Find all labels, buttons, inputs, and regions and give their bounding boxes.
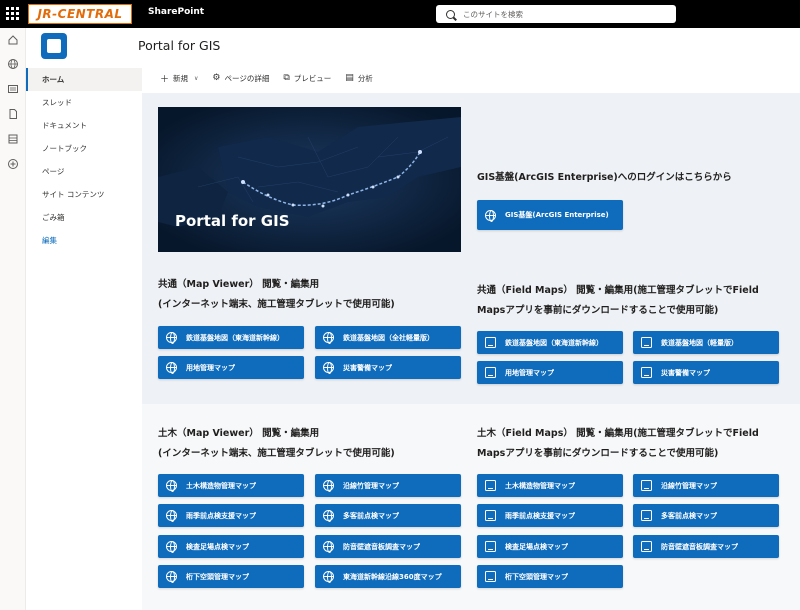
tablet-icon bbox=[485, 541, 496, 552]
map-button[interactable]: 鉄道基盤地図（全社軽量版） bbox=[315, 326, 461, 349]
app-rail bbox=[0, 28, 26, 610]
nav-item-pages[interactable]: ページ bbox=[26, 160, 142, 183]
tablet-icon bbox=[485, 571, 496, 582]
doboku-mapviewer-heading: 土木（Map Viewer） 閲覧・編集用 bbox=[158, 428, 320, 439]
map-button[interactable]: 検査足場点検マップ bbox=[477, 535, 623, 558]
search-icon bbox=[446, 9, 455, 19]
search-placeholder: このサイトを検索 bbox=[463, 9, 523, 19]
common-fieldmaps-heading: 共通（Field Maps） 閲覧・編集用(施工管理タブレットでField bbox=[477, 285, 759, 296]
globe-icon bbox=[485, 209, 496, 222]
map-button[interactable]: 雨季前点検支援マップ bbox=[477, 504, 623, 527]
map-button[interactable]: 鉄道基盤地図（東海道新幹線） bbox=[477, 331, 623, 354]
nav-item-recycle-bin[interactable]: ごみ箱 bbox=[26, 206, 142, 229]
map-button[interactable]: 東海道新幹線沿線360度マップ bbox=[315, 565, 461, 588]
common-mapviewer-heading: 共通（Map Viewer） 閲覧・編集用 bbox=[158, 279, 320, 290]
news-icon[interactable] bbox=[7, 83, 19, 95]
chevron-down-icon: ∨ bbox=[194, 74, 199, 82]
map-button[interactable]: 土木構造物管理マップ bbox=[158, 474, 304, 497]
map-button[interactable]: 検査足場点検マップ bbox=[158, 535, 304, 558]
globe-icon bbox=[323, 362, 334, 374]
tablet-icon bbox=[485, 480, 496, 491]
globe-icon bbox=[166, 510, 177, 522]
map-button[interactable]: 多客前点検マップ bbox=[633, 504, 779, 527]
hero-title: Portal for GIS bbox=[175, 212, 290, 230]
plus-icon: ＋ bbox=[160, 74, 170, 85]
tablet-icon bbox=[641, 337, 652, 348]
map-button[interactable]: 用地管理マップ bbox=[477, 361, 623, 384]
tablet-icon bbox=[485, 367, 496, 378]
map-button[interactable]: 災害警備マップ bbox=[633, 361, 779, 384]
doboku-fieldmaps-heading: 土木（Field Maps） 閲覧・編集用(施工管理タブレットでField bbox=[477, 428, 759, 439]
nav-edit-link[interactable]: 編集 bbox=[26, 229, 142, 252]
globe-icon bbox=[166, 571, 177, 583]
common-fieldmaps-subheading: Mapsアプリを事前にダウンロードすることで使用可能) bbox=[477, 305, 719, 316]
nav-item-site-contents[interactable]: サイト コンテンツ bbox=[26, 183, 142, 206]
gear-icon: ⚙ bbox=[212, 73, 221, 83]
nav-item-notebook[interactable]: ノートブック bbox=[26, 137, 142, 160]
map-button[interactable]: 土木構造物管理マップ bbox=[477, 474, 623, 497]
new-button[interactable]: ＋新規 ∨ bbox=[160, 72, 198, 85]
globe-icon bbox=[323, 571, 334, 583]
globe-icon bbox=[166, 332, 177, 344]
map-illustration bbox=[158, 107, 461, 252]
globe-icon bbox=[323, 480, 334, 492]
site-logo-icon bbox=[47, 39, 61, 53]
map-button[interactable]: 鉄道基盤地図（東海道新幹線） bbox=[158, 326, 304, 349]
nav-item-documents[interactable]: ドキュメント bbox=[26, 114, 142, 137]
preview-icon: ⧉ bbox=[283, 73, 290, 83]
home-icon[interactable] bbox=[7, 34, 19, 46]
map-button[interactable]: 用地管理マップ bbox=[158, 356, 304, 379]
doboku-fieldmaps-subheading: Mapsアプリを事前にダウンロードすることで使用可能) bbox=[477, 448, 719, 459]
list-icon[interactable] bbox=[7, 133, 19, 145]
search-box[interactable]: このサイトを検索 bbox=[436, 5, 676, 23]
map-button[interactable]: 鉄道基盤地図（軽量版） bbox=[633, 331, 779, 354]
site-logo[interactable] bbox=[41, 33, 67, 59]
globe-icon bbox=[166, 480, 177, 492]
suite-header: JR-CENTRAL SharePoint このサイトを検索 bbox=[0, 0, 800, 28]
map-button[interactable]: 防音壁遮音板調査マップ bbox=[633, 535, 779, 558]
tablet-icon bbox=[641, 480, 652, 491]
document-icon[interactable] bbox=[7, 108, 19, 120]
create-icon[interactable] bbox=[7, 158, 19, 170]
common-mapviewer-subheading: (インターネット端末、施工管理タブレットで使用可能) bbox=[158, 299, 395, 310]
doboku-mapviewer-subheading: (インターネット端末、施工管理タブレットで使用可能) bbox=[158, 448, 395, 459]
page-details-button[interactable]: ⚙ ページの詳細 bbox=[212, 73, 269, 84]
globe-icon[interactable] bbox=[7, 58, 19, 70]
map-button[interactable]: 雨季前点検支援マップ bbox=[158, 504, 304, 527]
app-launcher-icon[interactable] bbox=[6, 7, 19, 20]
company-logo[interactable]: JR-CENTRAL bbox=[28, 4, 132, 24]
preview-button[interactable]: ⧉ プレビュー bbox=[283, 73, 331, 84]
globe-icon bbox=[323, 332, 334, 344]
tablet-icon bbox=[641, 541, 652, 552]
page-title[interactable]: Portal for GIS bbox=[138, 38, 220, 53]
command-bar: ＋新規 ∨ ⚙ ページの詳細 ⧉ プレビュー ▤ 分析 bbox=[160, 71, 387, 85]
tablet-icon bbox=[485, 510, 496, 521]
app-name[interactable]: SharePoint bbox=[148, 7, 204, 17]
globe-icon bbox=[323, 510, 334, 522]
map-button[interactable]: 桁下空頭管理マップ bbox=[477, 565, 623, 588]
tablet-icon bbox=[485, 337, 496, 348]
map-button[interactable]: 多客前点検マップ bbox=[315, 504, 461, 527]
map-button[interactable]: 沿線竹管理マップ bbox=[633, 474, 779, 497]
globe-icon bbox=[323, 541, 334, 553]
login-heading: GIS基盤(ArcGIS Enterprise)へのログインはこちらから bbox=[477, 172, 732, 183]
gis-login-button[interactable]: GIS基盤(ArcGIS Enterprise) bbox=[477, 200, 623, 230]
map-button[interactable]: 災害警備マップ bbox=[315, 356, 461, 379]
nav-item-home[interactable]: ホーム bbox=[26, 68, 142, 91]
nav-item-threads[interactable]: スレッド bbox=[26, 91, 142, 114]
tablet-icon bbox=[641, 510, 652, 521]
map-button[interactable]: 桁下空頭管理マップ bbox=[158, 565, 304, 588]
tablet-icon bbox=[641, 367, 652, 378]
analytics-button[interactable]: ▤ 分析 bbox=[345, 73, 373, 84]
map-button[interactable]: 沿線竹管理マップ bbox=[315, 474, 461, 497]
site-navigation: ホーム スレッド ドキュメント ノートブック ページ サイト コンテンツ ごみ箱… bbox=[26, 68, 142, 252]
analytics-icon: ▤ bbox=[345, 73, 354, 83]
hero-image bbox=[158, 107, 461, 252]
map-button[interactable]: 防音壁遮音板調査マップ bbox=[315, 535, 461, 558]
globe-icon bbox=[166, 541, 177, 553]
globe-icon bbox=[166, 362, 177, 374]
